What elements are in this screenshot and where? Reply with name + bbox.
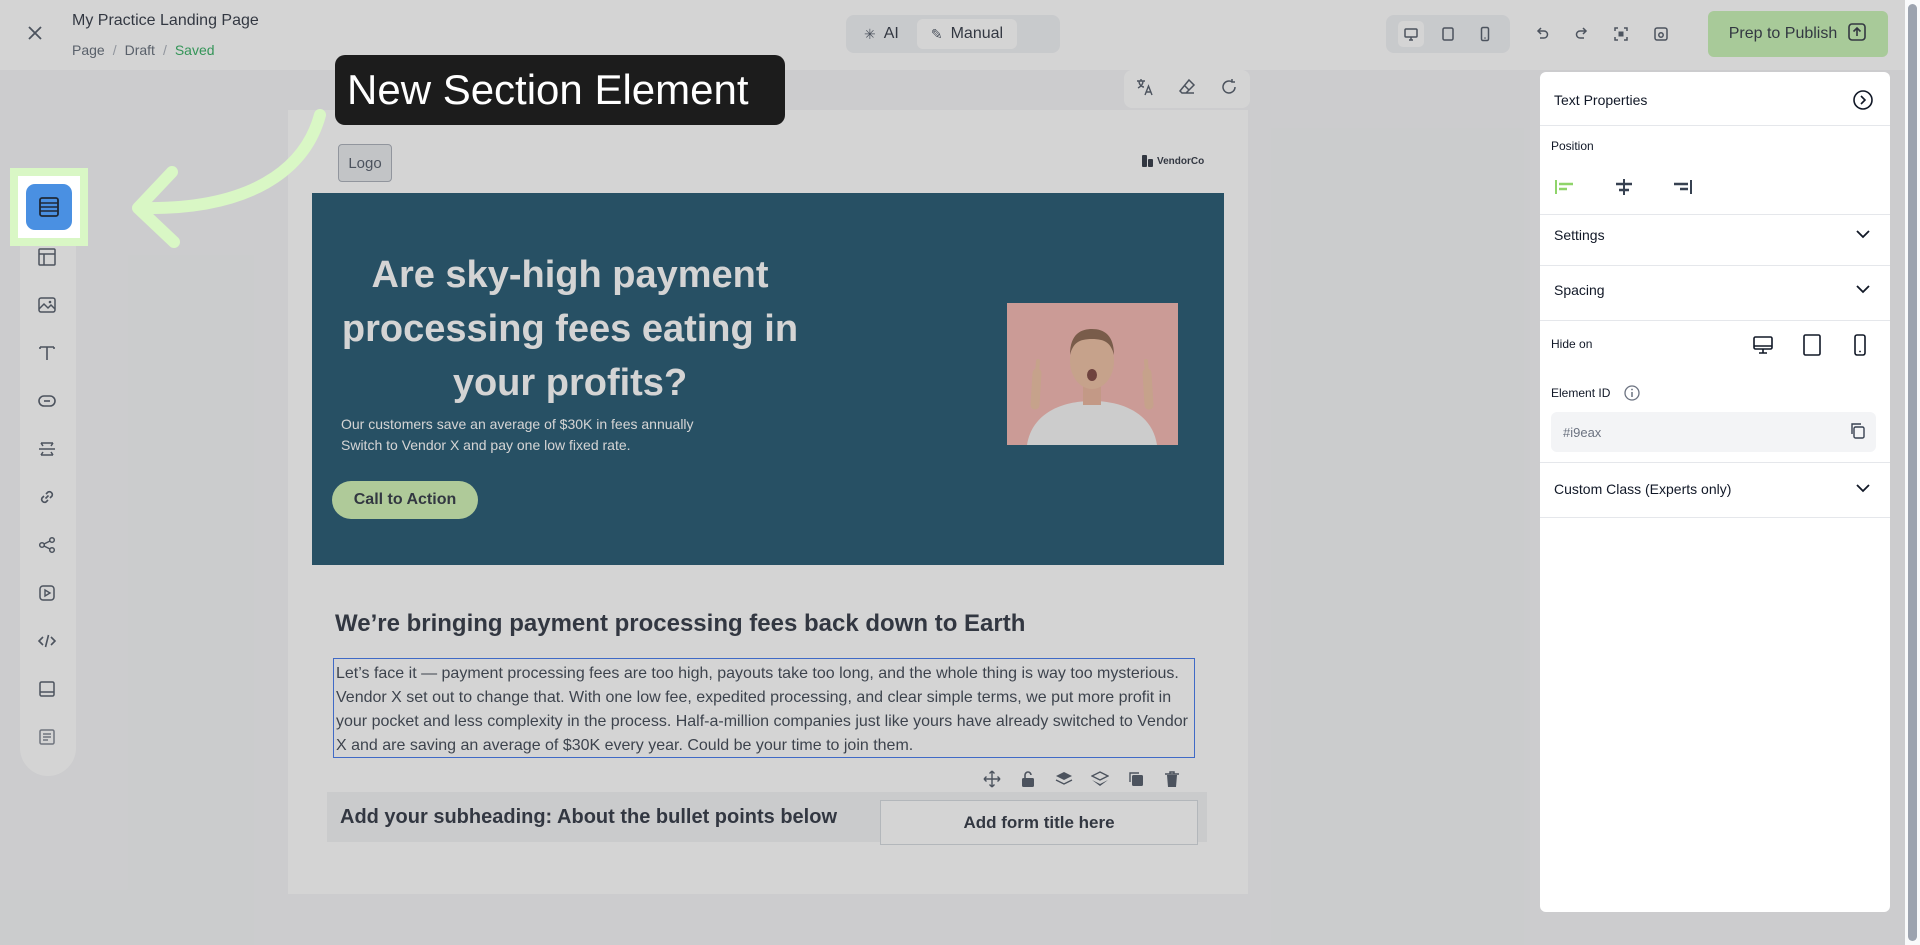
info-icon[interactable] xyxy=(1623,384,1641,402)
ai-mode-label: AI xyxy=(883,25,899,42)
sparkle-icon: ✳ xyxy=(864,25,876,42)
move-icon[interactable] xyxy=(981,768,1003,790)
hide-desktop-icon[interactable] xyxy=(1750,332,1776,358)
position-label: Position xyxy=(1551,139,1594,153)
hide-mobile-icon[interactable] xyxy=(1847,332,1873,358)
hide-on-label: Hide on xyxy=(1551,337,1593,351)
chevron-down-icon[interactable] xyxy=(1853,224,1873,244)
upload-icon xyxy=(1847,22,1867,47)
section-heading[interactable]: We’re bringing payment processing fees b… xyxy=(335,610,1025,638)
translate-icon[interactable] xyxy=(1135,77,1155,102)
refresh-icon[interactable] xyxy=(1219,77,1239,102)
settings-section[interactable]: Settings xyxy=(1554,227,1605,243)
annotation-arrow-icon xyxy=(132,109,326,248)
hero-subtext-line: Our customers save an average of $30K in… xyxy=(341,416,694,432)
button-element-icon[interactable] xyxy=(35,389,59,413)
hero-photo[interactable] xyxy=(1007,303,1178,445)
video-icon[interactable] xyxy=(35,581,59,605)
hero-subtext-line: Switch to Vendor X and pay one low fixed… xyxy=(341,437,631,453)
page-title: My Practice Landing Page xyxy=(72,12,259,29)
mode-toggle: ✳ AI ✎ Manual xyxy=(846,15,1060,53)
breadcrumb: Page / Draft / Saved xyxy=(72,42,215,58)
panel-divider xyxy=(1540,517,1890,518)
save-settings-icon[interactable] xyxy=(1649,22,1673,46)
annotation-tooltip: New Section Element xyxy=(335,55,785,125)
vendor-logo-mark-icon xyxy=(1142,155,1153,167)
manual-mode-label: Manual xyxy=(950,25,1004,42)
fullscreen-icon[interactable] xyxy=(1609,22,1633,46)
unlock-icon[interactable] xyxy=(1017,768,1039,790)
call-to-action-button[interactable]: Call to Action xyxy=(332,481,478,519)
image-icon[interactable] xyxy=(35,293,59,317)
breadcrumb-separator: / xyxy=(112,42,117,58)
align-center-icon[interactable] xyxy=(1612,177,1636,197)
mobile-preview-icon[interactable] xyxy=(1472,21,1498,47)
code-icon[interactable] xyxy=(35,629,59,653)
panel-divider xyxy=(1540,320,1890,321)
redo-icon[interactable] xyxy=(1570,22,1594,46)
canvas-toolbar xyxy=(1124,70,1250,108)
undo-icon[interactable] xyxy=(1530,22,1554,46)
hero-title[interactable]: Are sky-high payment processing fees eat… xyxy=(330,248,810,410)
form-title[interactable]: Add form title here xyxy=(880,800,1198,845)
section-icon xyxy=(39,197,59,217)
scrollbar-thumb[interactable] xyxy=(1908,4,1917,941)
selected-text-block[interactable]: Let’s face it — payment processing fees … xyxy=(333,658,1195,758)
spacing-section[interactable]: Spacing xyxy=(1554,282,1605,298)
breadcrumb-draft[interactable]: Draft xyxy=(125,42,155,58)
manual-mode-button[interactable]: ✎ Manual xyxy=(916,19,1018,49)
prep-to-publish-button[interactable]: Prep to Publish xyxy=(1708,11,1888,57)
hide-tablet-icon[interactable] xyxy=(1799,332,1825,358)
panel-title: Text Properties xyxy=(1554,92,1648,108)
logo-placeholder[interactable]: Logo xyxy=(338,144,392,182)
hero-subtext[interactable]: Our customers save an average of $30K in… xyxy=(341,414,761,456)
publish-label: Prep to Publish xyxy=(1728,25,1838,42)
chevron-down-icon[interactable] xyxy=(1853,279,1873,299)
eraser-icon[interactable] xyxy=(1177,77,1197,102)
desktop-preview-icon[interactable] xyxy=(1397,21,1424,47)
breadcrumb-page[interactable]: Page xyxy=(72,42,105,58)
ai-mode-button[interactable]: ✳ AI xyxy=(850,19,913,49)
device-preview-group xyxy=(1386,15,1510,53)
align-right-icon[interactable] xyxy=(1670,177,1694,197)
element-id-label: Element ID xyxy=(1551,386,1611,400)
footer-icon[interactable] xyxy=(35,677,59,701)
vendor-logo-text: VendorCo xyxy=(1157,155,1205,167)
copy-icon[interactable] xyxy=(1848,421,1868,441)
custom-class-section[interactable]: Custom Class (Experts only) xyxy=(1554,481,1731,497)
delete-icon[interactable] xyxy=(1161,768,1183,790)
link-icon[interactable] xyxy=(35,485,59,509)
share-icon[interactable] xyxy=(35,533,59,557)
chevron-down-icon[interactable] xyxy=(1853,478,1873,498)
bring-forward-icon[interactable] xyxy=(1053,768,1075,790)
pencil-icon: ✎ xyxy=(930,25,943,42)
duplicate-icon[interactable] xyxy=(1125,768,1147,790)
subheading[interactable]: Add your subheading: About the bullet po… xyxy=(340,806,837,829)
panel-divider xyxy=(1540,462,1890,463)
divider-icon[interactable] xyxy=(35,437,59,461)
panel-divider xyxy=(1540,214,1890,215)
close-icon[interactable] xyxy=(24,22,46,44)
send-backward-icon[interactable] xyxy=(1089,768,1111,790)
text-icon[interactable] xyxy=(35,341,59,365)
align-left-icon[interactable] xyxy=(1553,177,1577,197)
new-section-button[interactable] xyxy=(26,184,72,230)
element-id-field[interactable] xyxy=(1551,412,1876,452)
panel-divider xyxy=(1540,125,1890,126)
panel-divider xyxy=(1540,265,1890,266)
layout-icon[interactable] xyxy=(35,245,59,269)
chevron-right-circle-icon[interactable] xyxy=(1852,89,1874,111)
top-bar: My Practice Landing Page Page / Draft / … xyxy=(0,0,1920,70)
form-icon[interactable] xyxy=(35,725,59,749)
breadcrumb-separator: / xyxy=(162,42,167,58)
vendor-logo[interactable]: VendorCo xyxy=(1142,155,1204,167)
tablet-preview-icon[interactable] xyxy=(1435,21,1461,47)
saved-status: Saved xyxy=(174,42,215,58)
